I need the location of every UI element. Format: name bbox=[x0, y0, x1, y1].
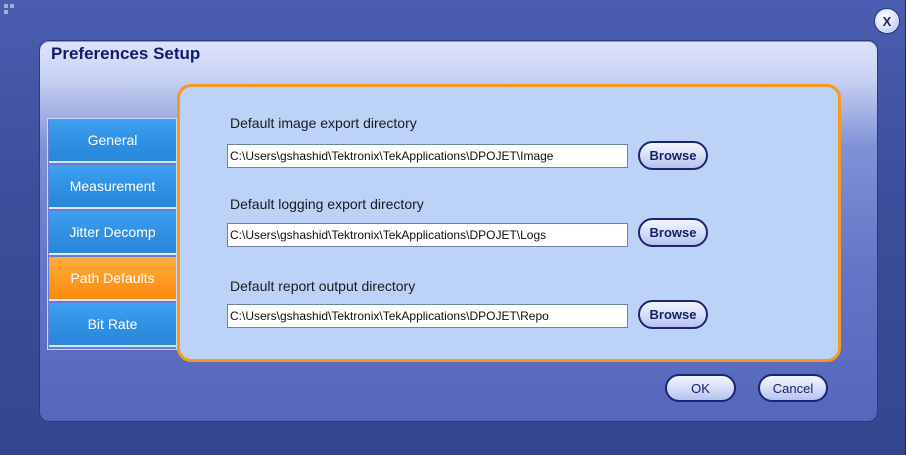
logging-export-label: Default logging export directory bbox=[230, 196, 424, 212]
report-output-browse-button[interactable]: Browse bbox=[638, 300, 708, 329]
tab-path-defaults[interactable]: Path Defaults bbox=[49, 257, 176, 301]
report-output-label: Default report output directory bbox=[230, 278, 416, 294]
cancel-button[interactable]: Cancel bbox=[758, 374, 828, 402]
tab-jitter-decomp[interactable]: Jitter Decomp bbox=[49, 211, 176, 255]
preferences-window: X Preferences Setup General Measurement … bbox=[0, 0, 906, 455]
image-export-label: Default image export directory bbox=[230, 115, 417, 131]
dialog-title: Preferences Setup bbox=[51, 44, 201, 63]
image-export-browse-button[interactable]: Browse bbox=[638, 141, 708, 170]
image-export-path-input[interactable]: C:\Users\gshashid\Tektronix\TekApplicati… bbox=[227, 144, 628, 168]
report-output-path-input[interactable]: C:\Users\gshashid\Tektronix\TekApplicati… bbox=[227, 304, 628, 328]
ok-button[interactable]: OK bbox=[665, 374, 736, 402]
tab-general[interactable]: General bbox=[49, 119, 176, 163]
tab-list: General Measurement Jitter Decomp Path D… bbox=[47, 118, 177, 350]
resize-grip-icon[interactable] bbox=[4, 4, 16, 16]
tab-measurement[interactable]: Measurement bbox=[49, 165, 176, 209]
logging-export-path-input[interactable]: C:\Users\gshashid\Tektronix\TekApplicati… bbox=[227, 223, 628, 247]
close-button[interactable]: X bbox=[874, 8, 900, 34]
tab-bit-rate[interactable]: Bit Rate bbox=[49, 303, 176, 347]
logging-export-browse-button[interactable]: Browse bbox=[638, 218, 708, 247]
